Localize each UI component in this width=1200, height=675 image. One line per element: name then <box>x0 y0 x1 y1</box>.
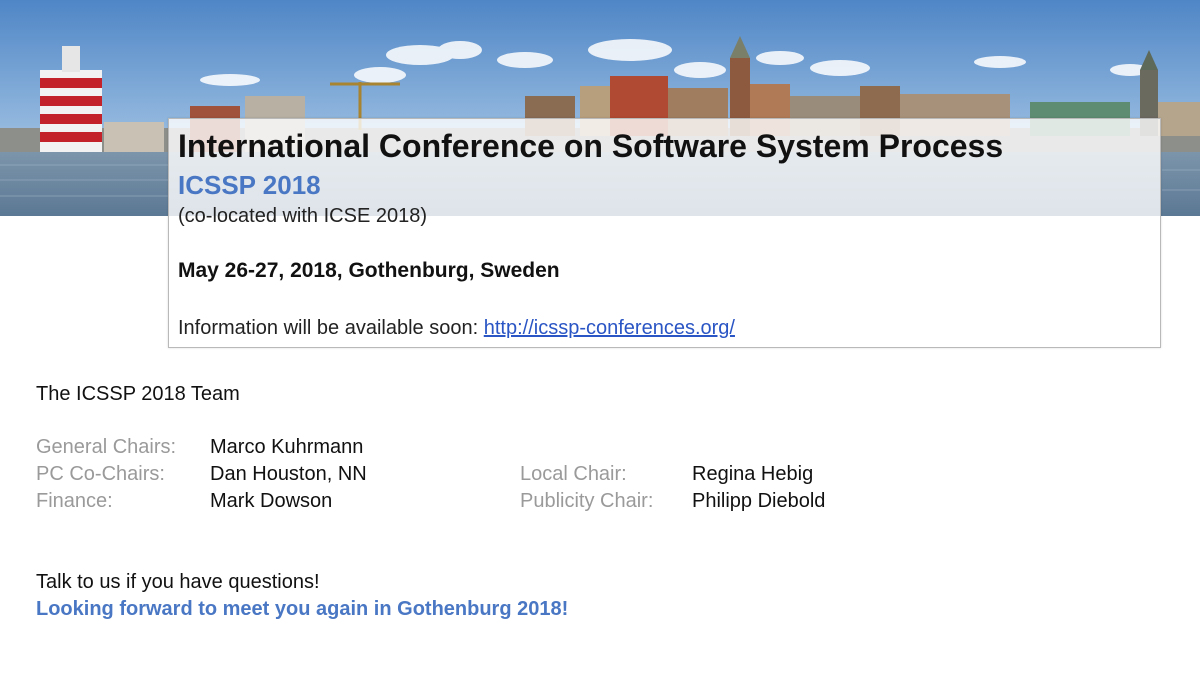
conference-title: International Conference on Software Sys… <box>178 128 1004 164</box>
role-label-pc-co-chairs: PC Co-Chairs: <box>36 463 165 485</box>
info-line: Information will be available soon: http… <box>178 317 735 340</box>
closing-message: Looking forward to meet you again in Got… <box>36 598 569 620</box>
role-label-finance: Finance: <box>36 490 113 512</box>
info-prefix: Information will be available soon: <box>178 317 484 339</box>
role-label-local-chair: Local Chair: <box>520 463 627 485</box>
conference-info-box: International Conference on Software Sys… <box>168 118 1161 348</box>
conference-dates: May 26-27, 2018, Gothenburg, Sweden <box>178 259 560 282</box>
role-label-publicity-chair: Publicity Chair: <box>520 490 654 512</box>
conference-website-link[interactable]: http://icssp-conferences.org/ <box>484 317 735 339</box>
contact-note: Talk to us if you have questions! <box>36 571 320 593</box>
role-name-local-chair: Regina Hebig <box>692 463 814 485</box>
role-name-pc-co-chairs: Dan Houston, NN <box>210 463 367 485</box>
role-name-general-chairs: Marco Kuhrmann <box>210 436 364 458</box>
colocated-note: (co-located with ICSE 2018) <box>178 205 428 227</box>
role-label-general-chairs: General Chairs: <box>36 436 177 458</box>
conference-acronym: ICSSP 2018 <box>178 170 321 200</box>
role-name-finance: Mark Dowson <box>210 490 333 512</box>
team-heading: The ICSSP 2018 Team <box>36 383 240 405</box>
role-name-publicity-chair: Philipp Diebold <box>692 490 826 512</box>
